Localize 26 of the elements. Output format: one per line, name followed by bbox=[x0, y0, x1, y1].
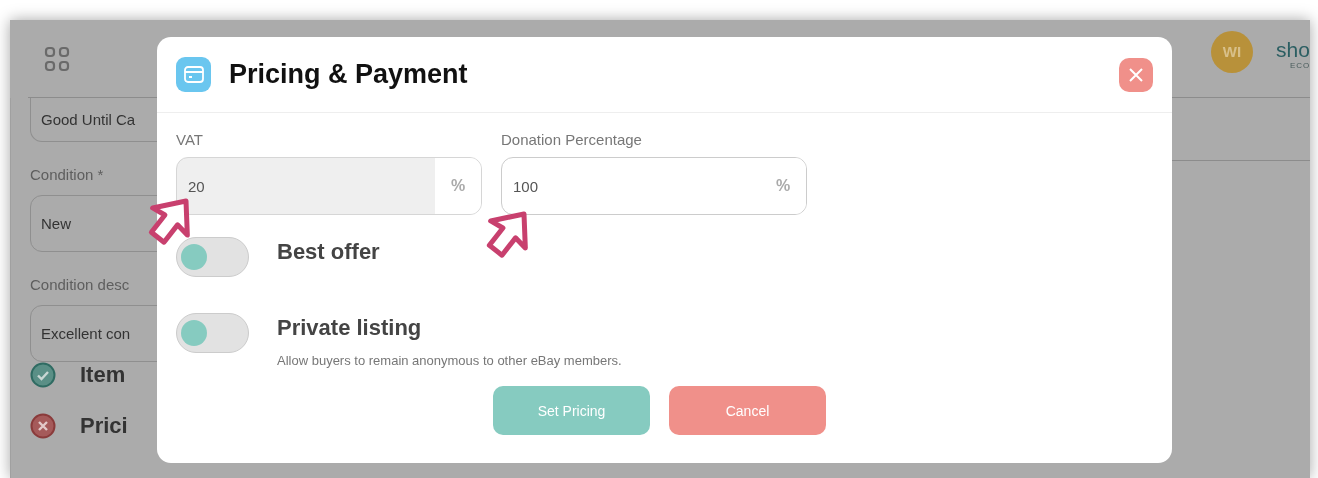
pointer-arrow-icon bbox=[486, 211, 528, 258]
close-icon bbox=[1128, 66, 1144, 83]
user-avatar[interactable]: WI bbox=[1211, 30, 1253, 73]
toggle-switch[interactable] bbox=[176, 237, 249, 277]
toggle-label: Private listing bbox=[277, 315, 423, 341]
field-label: Condition * bbox=[30, 166, 105, 183]
logo-text: sho bbox=[1276, 39, 1310, 61]
modal-title: Pricing & Payment bbox=[229, 59, 469, 90]
close-button[interactable] bbox=[1119, 57, 1153, 92]
field-label: Condition desc bbox=[30, 276, 131, 293]
toggle-description: Allow buyers to remain anonymous to other eBay members. bbox=[277, 353, 622, 368]
field-label: VAT bbox=[176, 131, 204, 148]
error-circle-icon bbox=[30, 413, 56, 439]
section-title: Prici bbox=[80, 413, 128, 439]
field-label: Donation Percentage bbox=[501, 131, 643, 148]
check-circle-icon bbox=[30, 362, 56, 388]
section-title: Item bbox=[80, 362, 126, 388]
logo-subtext: ECO bbox=[1290, 61, 1310, 70]
app-grid-icon[interactable] bbox=[44, 45, 70, 72]
card-icon bbox=[176, 57, 211, 92]
toggle-switch[interactable] bbox=[176, 313, 249, 353]
percent-input-field[interactable]: 100 % bbox=[501, 157, 807, 215]
toggle-label: Best offer bbox=[277, 239, 380, 265]
percent-suffix: % bbox=[435, 158, 481, 214]
cancel-button[interactable]: Cancel bbox=[669, 386, 826, 435]
set-pricing-button[interactable]: Set Pricing bbox=[493, 386, 650, 435]
